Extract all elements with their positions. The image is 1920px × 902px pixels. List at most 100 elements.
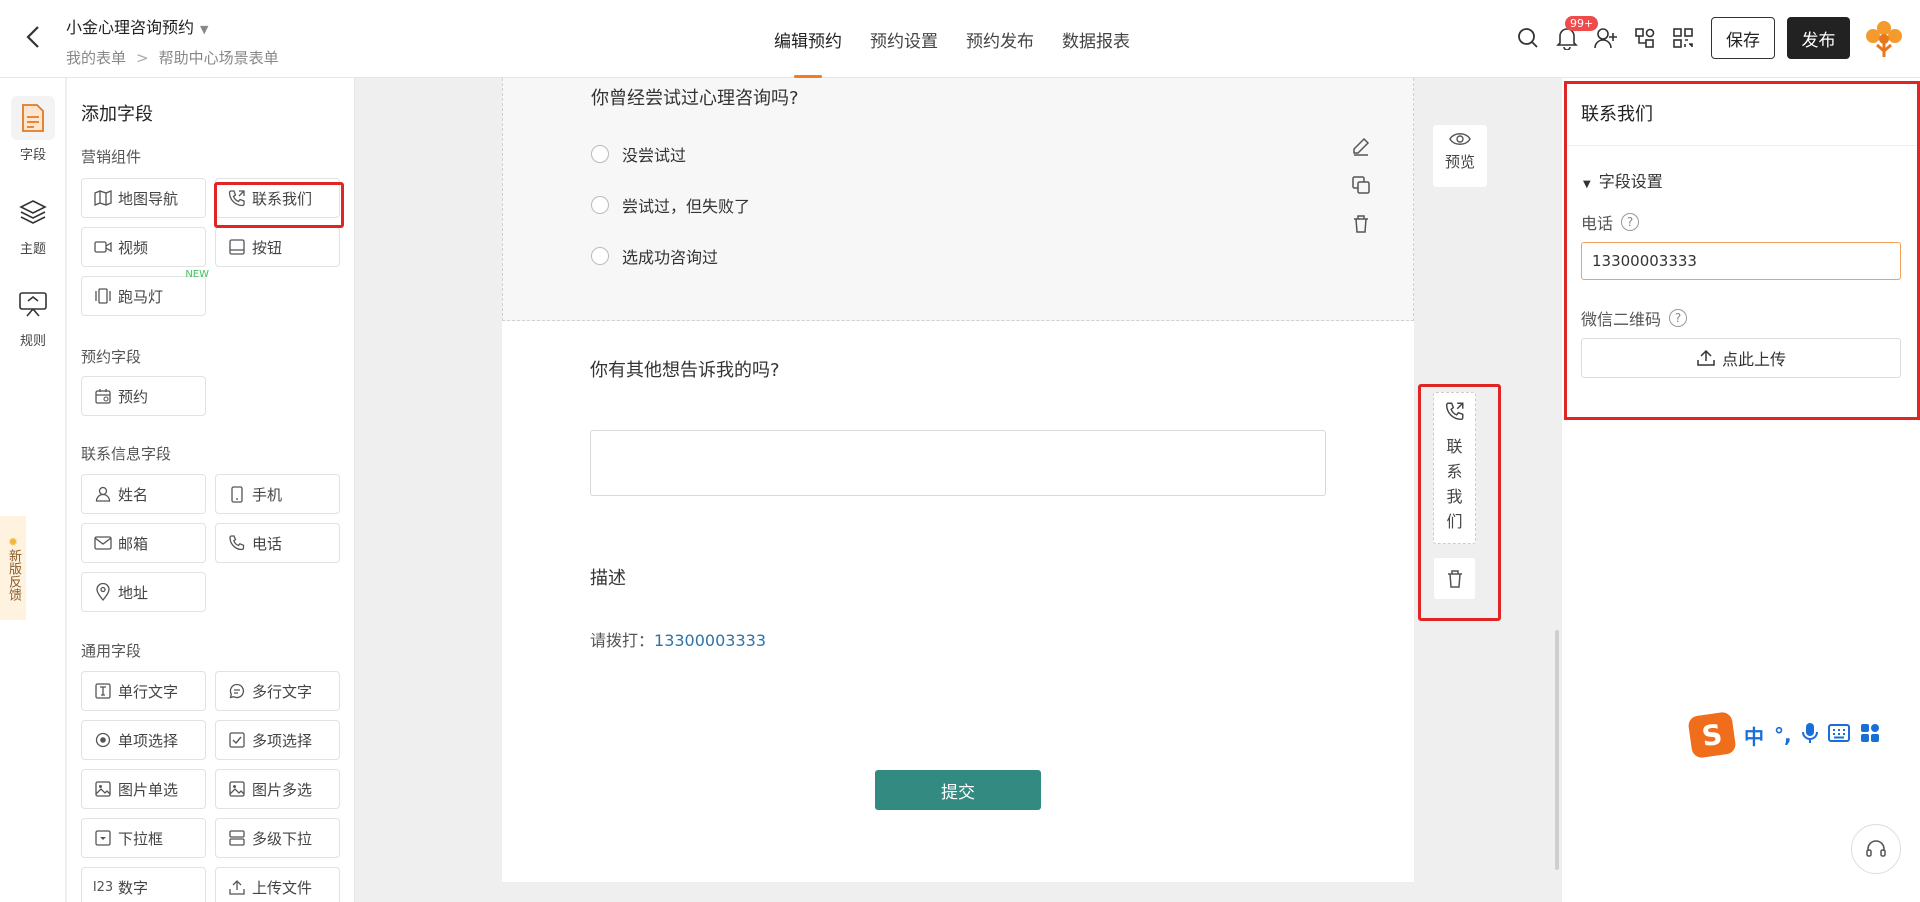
field-phone[interactable]: 电话 <box>215 523 340 563</box>
phone-label-text: 电话 <box>1581 214 1614 233</box>
feedback-tab[interactable]: ✹ 新版反馈 <box>0 516 26 620</box>
wechat-qr-label: 微信二维码? <box>1581 306 1688 330</box>
tab-edit-booking[interactable]: 编辑预约 <box>760 0 856 78</box>
caret-down-icon: ▼ <box>1583 179 1591 190</box>
mobile-icon <box>228 485 246 503</box>
left-rail: 字段 主题 规则 ✹ 新版反馈 <box>0 78 66 902</box>
upload-label: 点此上传 <box>1721 350 1786 369</box>
field-label: 图片单选 <box>118 780 179 799</box>
field-video[interactable]: 视频 <box>81 227 206 267</box>
floating-contact-label: 联系我们 <box>1446 437 1463 531</box>
apps-grid-icon[interactable] <box>1860 723 1880 748</box>
field-address[interactable]: 地址 <box>81 572 206 612</box>
field-upload-file[interactable]: 上传文件 <box>215 867 340 902</box>
ime-toolbar[interactable]: S 中 °, <box>1687 711 1920 759</box>
field-image-single[interactable]: 图片单选 <box>81 769 206 809</box>
section-general: 通用字段 <box>81 642 142 660</box>
qr-code-icon[interactable] <box>1669 24 1697 52</box>
dropdown-icon <box>94 829 112 847</box>
rail-item-theme[interactable]: 主题 <box>8 190 58 257</box>
floating-delete-trash-icon[interactable] <box>1433 557 1476 600</box>
upload-icon <box>1696 349 1716 367</box>
image-icon <box>94 780 112 798</box>
field-settings-section[interactable]: ▼ 字段设置 <box>1583 168 1663 192</box>
customer-service-headset-icon[interactable] <box>1851 824 1901 874</box>
ime-punctuation-toggle[interactable]: °, <box>1774 723 1792 747</box>
breadcrumb-item[interactable]: 我的表单 <box>66 49 126 67</box>
radio-option[interactable]: 选成功咨询过 <box>591 244 718 268</box>
share-nodes-icon[interactable] <box>1631 24 1659 52</box>
caret-down-icon[interactable]: ▼ <box>200 23 208 36</box>
bell-icon[interactable]: 99+ <box>1553 16 1599 52</box>
sun-icon: ✹ <box>6 535 20 549</box>
microphone-icon[interactable] <box>1801 722 1818 749</box>
trash-icon[interactable] <box>1349 212 1373 236</box>
field-label: 上传文件 <box>252 878 313 897</box>
multiline-text-input[interactable] <box>590 430 1326 496</box>
field-label: 下拉框 <box>118 829 164 848</box>
publish-button[interactable]: 发布 <box>1787 17 1850 59</box>
cascade-icon <box>228 829 246 847</box>
field-single-choice[interactable]: 单项选择 <box>81 720 206 760</box>
canvas-scrollbar[interactable] <box>1555 630 1559 870</box>
field-label: 多项选择 <box>252 731 313 750</box>
field-map-nav[interactable]: 地图导航 <box>81 178 206 218</box>
field-label: 地图导航 <box>118 189 179 208</box>
checkbox-icon <box>228 731 246 749</box>
field-button[interactable]: 按钮 <box>215 227 340 267</box>
question-title: 你曾经尝试过心理咨询吗? <box>591 88 799 109</box>
back-arrow-icon[interactable] <box>20 22 46 52</box>
radio-circle[interactable] <box>591 145 609 163</box>
search-icon[interactable] <box>1514 24 1542 52</box>
new-tag: NEW <box>185 269 209 280</box>
save-button[interactable]: 保存 <box>1711 17 1775 59</box>
field-multi-choice[interactable]: 多项选择 <box>215 720 340 760</box>
field-number[interactable]: I23 数字 <box>81 867 206 902</box>
field-booking[interactable]: 预约 <box>81 376 206 416</box>
tab-booking-publish[interactable]: 预约发布 <box>952 0 1048 78</box>
map-icon <box>94 189 112 207</box>
tab-data-report[interactable]: 数据报表 <box>1048 0 1144 78</box>
field-image-multi[interactable]: 图片多选 <box>215 769 340 809</box>
radio-circle[interactable] <box>591 196 609 214</box>
copy-icon[interactable] <box>1349 173 1373 197</box>
field-email[interactable]: 邮箱 <box>81 523 206 563</box>
radio-option[interactable]: 尝试过，但失败了 <box>591 193 750 217</box>
sogou-logo-icon[interactable]: S <box>1687 711 1737 759</box>
question-block-selected[interactable]: 你曾经尝试过心理咨询吗? 没尝试过 尝试过，但失败了 选成功咨询过 <box>502 78 1414 321</box>
keyboard-icon[interactable] <box>1827 723 1850 747</box>
field-label: 电话 <box>252 534 283 553</box>
edit-pencil-icon[interactable] <box>1349 134 1373 158</box>
breadcrumb-item[interactable]: 帮助中心场景表单 <box>159 49 279 67</box>
field-multi-text[interactable]: 多行文字 <box>215 671 340 711</box>
tab-booking-settings[interactable]: 预约设置 <box>856 0 952 78</box>
preview-button[interactable]: 预览 <box>1432 124 1488 188</box>
ime-chinese-toggle[interactable]: 中 <box>1744 721 1764 750</box>
field-dropdown[interactable]: 下拉框 <box>81 818 206 858</box>
help-question-icon[interactable]: ? <box>1669 309 1688 327</box>
rail-item-rules[interactable]: 规则 <box>8 282 58 349</box>
floating-contact-us[interactable]: 联系我们 <box>1433 392 1476 544</box>
add-user-icon[interactable] <box>1592 24 1620 52</box>
field-name[interactable]: 姓名 <box>81 474 206 514</box>
field-single-text[interactable]: 单行文字 <box>81 671 206 711</box>
field-mobile[interactable]: 手机 <box>215 474 340 514</box>
form-title[interactable]: 小金心理咨询预约 ▼ <box>66 14 208 38</box>
description-prefix: 请拨打： <box>590 631 655 650</box>
phone-link[interactable]: 13300003333 <box>654 631 766 650</box>
section-label: 字段设置 <box>1598 172 1663 191</box>
radio-option[interactable]: 没尝试过 <box>591 142 686 166</box>
brand-logo-icon[interactable] <box>1862 17 1906 61</box>
upload-button[interactable]: 点此上传 <box>1581 338 1901 378</box>
help-question-icon[interactable]: ? <box>1621 213 1640 231</box>
images-icon <box>228 780 246 798</box>
field-marquee[interactable]: 跑马灯 NEW <box>81 269 209 316</box>
rail-item-fields[interactable]: 字段 <box>8 96 58 163</box>
top-bar: 小金心理咨询预约 ▼ 我的表单 > 帮助中心场景表单 编辑预约 预约设置 预约发布 数… <box>0 0 1920 78</box>
field-cascade-dropdown[interactable]: 多级下拉 <box>215 818 340 858</box>
field-label: 多行文字 <box>252 682 313 701</box>
phone-input[interactable] <box>1581 242 1901 280</box>
marquee-icon <box>94 287 112 305</box>
submit-button[interactable]: 提交 <box>875 770 1041 810</box>
radio-circle[interactable] <box>591 247 609 265</box>
